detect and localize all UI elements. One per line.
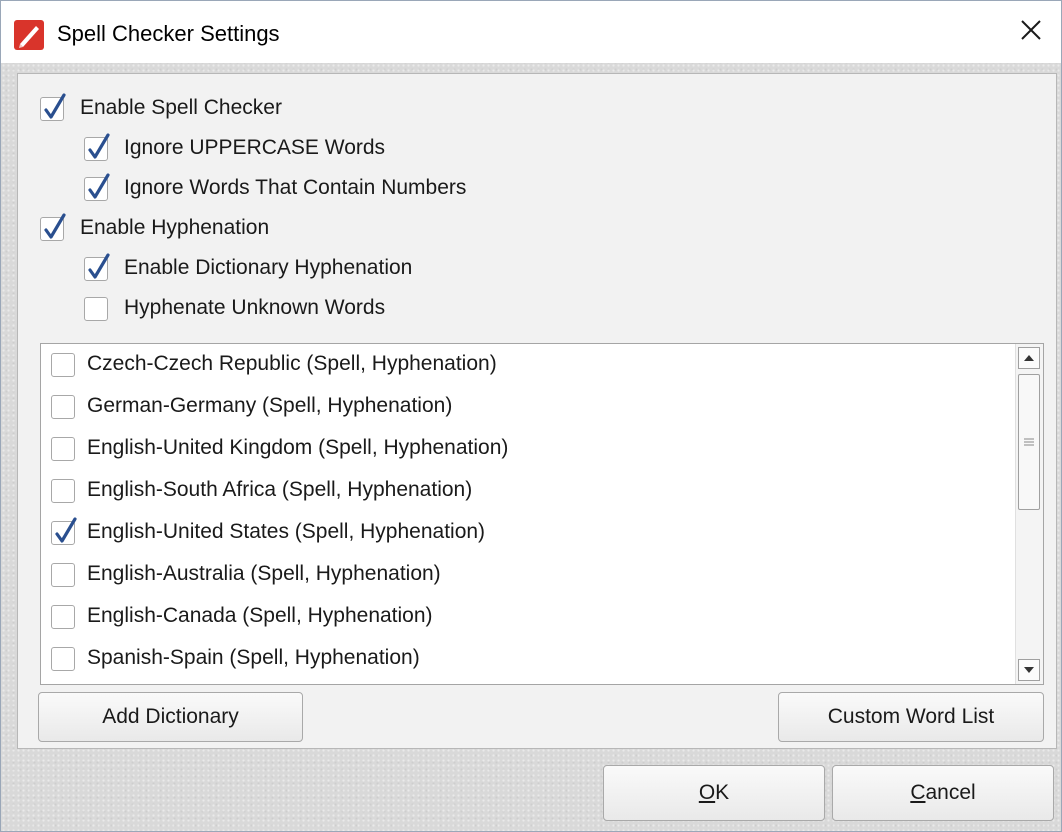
ignore-words-with-numbers-checkbox[interactable] <box>84 173 110 201</box>
scroll-down-button[interactable] <box>1018 659 1040 681</box>
grip-icon <box>1024 433 1034 451</box>
add-dictionary-button[interactable]: Add Dictionary <box>38 692 303 742</box>
chevron-up-icon <box>1023 349 1035 367</box>
language-list-item[interactable]: German-Germany (Spell, Hyphenation) <box>41 386 1013 428</box>
language-list-item[interactable]: Spanish-Spain (Spell, Hyphenation) <box>41 638 1013 680</box>
language-list-scrollbar[interactable] <box>1015 344 1043 684</box>
language-checkbox[interactable] <box>51 647 75 671</box>
close-icon <box>1020 19 1042 46</box>
language-label: English-United Kingdom (Spell, Hyphenati… <box>87 436 509 459</box>
language-label: English-United States (Spell, Hyphenatio… <box>87 520 486 543</box>
settings-group: Enable Spell Checker Ignore UPPERCASE Wor… <box>17 73 1057 749</box>
scroll-thumb[interactable] <box>1018 374 1040 510</box>
pdf-pen-icon <box>14 20 44 50</box>
language-label: Czech-Czech Republic (Spell, Hyphenation… <box>87 352 497 375</box>
language-checkbox[interactable] <box>51 605 75 629</box>
language-list-item[interactable]: English-Australia (Spell, Hyphenation) <box>41 554 1013 596</box>
language-checkbox[interactable] <box>51 479 75 503</box>
language-label: Spanish-Spain (Spell, Hyphenation) <box>87 646 420 669</box>
close-button[interactable] <box>1001 1 1061 63</box>
dialog-title: Spell Checker Settings <box>57 21 280 46</box>
ignore-uppercase-words-label: Ignore UPPERCASE Words <box>124 136 386 159</box>
language-label: English-Canada (Spell, Hyphenation) <box>87 604 433 627</box>
enable-dictionary-hyphenation-checkbox[interactable] <box>84 253 110 281</box>
enable-hyphenation-checkbox[interactable] <box>40 213 66 241</box>
enable-hyphenation-label: Enable Hyphenation <box>80 216 270 239</box>
language-checkbox[interactable] <box>51 563 75 587</box>
language-list-item[interactable]: English-United Kingdom (Spell, Hyphenati… <box>41 428 1013 470</box>
cancel-label: Cancel <box>910 781 975 805</box>
language-label: German-Germany (Spell, Hyphenation) <box>87 394 453 417</box>
enable-spell-checker-label: Enable Spell Checker <box>80 96 282 119</box>
language-checkbox[interactable] <box>51 395 75 419</box>
ok-mnemonic: O <box>698 781 716 804</box>
ok-label-rest: K <box>715 781 730 804</box>
custom-word-list-label: Custom Word List <box>827 705 995 728</box>
dialog-body: Enable Spell Checker Ignore UPPERCASE Wor… <box>1 63 1061 831</box>
hyphenate-unknown-words-label: Hyphenate Unknown Words <box>124 296 386 319</box>
scroll-up-button[interactable] <box>1018 347 1040 369</box>
ok-label: OK <box>699 781 729 805</box>
add-dictionary-label: Add Dictionary <box>102 705 239 728</box>
ignore-words-with-numbers-label: Ignore Words That Contain Numbers <box>124 176 467 199</box>
language-list-item[interactable]: English-Canada (Spell, Hyphenation) <box>41 596 1013 638</box>
ok-button[interactable]: OK <box>603 765 825 821</box>
cancel-button[interactable]: Cancel <box>832 765 1054 821</box>
hyphenate-unknown-words-checkbox[interactable] <box>84 297 108 321</box>
language-checkbox[interactable] <box>51 353 75 377</box>
custom-word-list-button[interactable]: Custom Word List <box>778 692 1044 742</box>
cancel-mnemonic: C <box>910 781 926 804</box>
ignore-uppercase-words-checkbox[interactable] <box>84 133 110 161</box>
title-bar: Spell Checker Settings <box>1 1 1061 63</box>
language-list-item[interactable]: English-United States (Spell, Hyphenatio… <box>41 512 1013 554</box>
spell-checker-dialog: Spell Checker Settings Enable Spell Chec… <box>0 0 1062 832</box>
language-list-item[interactable]: English-South Africa (Spell, Hyphenation… <box>41 470 1013 512</box>
language-label: English-South Africa (Spell, Hyphenation… <box>87 478 473 501</box>
enable-dictionary-hyphenation-label: Enable Dictionary Hyphenation <box>124 256 413 279</box>
language-label: English-Australia (Spell, Hyphenation) <box>87 562 441 585</box>
language-list[interactable]: Czech-Czech Republic (Spell, Hyphenation… <box>40 343 1044 685</box>
chevron-down-icon <box>1023 661 1035 679</box>
language-checkbox[interactable] <box>51 517 77 545</box>
language-list-item[interactable]: Czech-Czech Republic (Spell, Hyphenation… <box>41 344 1013 386</box>
cancel-label-rest: ancel <box>925 781 976 804</box>
enable-spell-checker-checkbox[interactable] <box>40 93 66 121</box>
language-checkbox[interactable] <box>51 437 75 461</box>
